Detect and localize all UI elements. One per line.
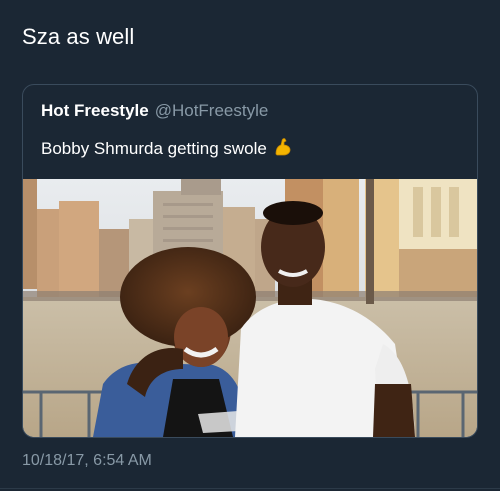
divider: [0, 488, 500, 489]
quoted-tweet-header: Hot Freestyle @HotFreestyle: [41, 101, 268, 121]
quoted-tweet-photo[interactable]: [23, 179, 477, 437]
tweet-view: Sza as well Hot Freestyle @HotFreestyle B…: [0, 0, 500, 491]
tweet-body-text: Sza as well: [22, 24, 135, 49]
quoted-author-name[interactable]: Hot Freestyle: [41, 101, 149, 120]
flexed-biceps-icon: [273, 137, 293, 162]
tweet-timestamp[interactable]: 10/18/17, 6:54 AM: [22, 452, 152, 470]
quoted-tweet-card[interactable]: Hot Freestyle @HotFreestyle Bobby Shmurda…: [22, 84, 478, 438]
quoted-author-handle[interactable]: @HotFreestyle: [155, 101, 269, 120]
quoted-tweet-text: Bobby Shmurda getting swole: [41, 137, 293, 162]
photo-image: [23, 179, 477, 437]
quoted-tweet-text-body: Bobby Shmurda getting swole: [41, 139, 267, 158]
